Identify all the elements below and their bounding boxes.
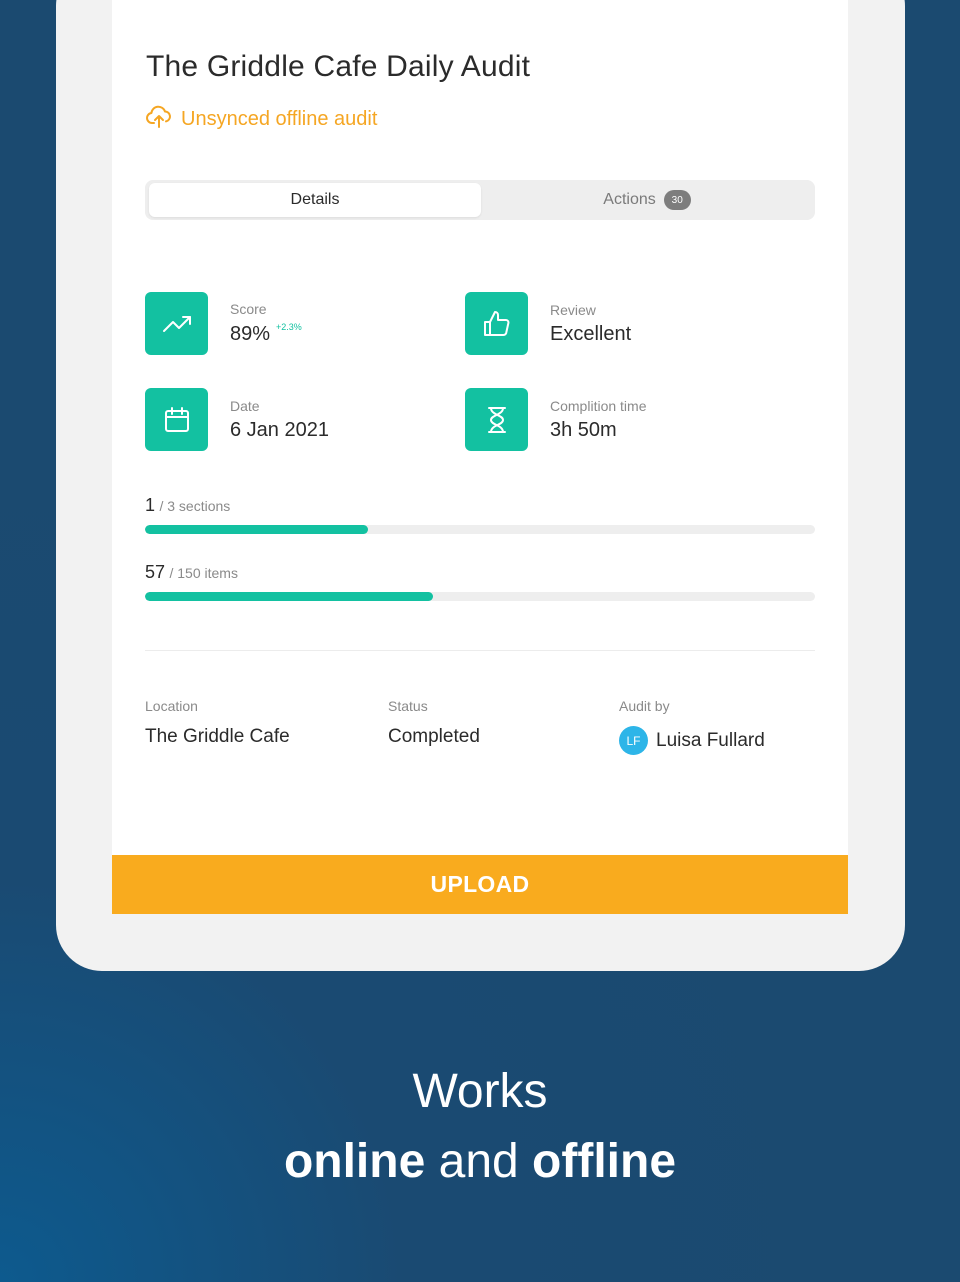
items-total: / 150 items	[169, 565, 238, 581]
tab-switcher: Details Actions 30	[145, 180, 815, 220]
items-progress-fill	[145, 592, 434, 601]
meta-location: Location The Griddle Cafe	[145, 698, 290, 748]
sync-status: Unsynced offline audit	[145, 104, 377, 135]
auditor-label: Audit by	[619, 698, 670, 714]
score-label: Score	[230, 301, 267, 317]
cloud-upload-icon	[145, 104, 173, 135]
meta-status: Status Completed	[388, 698, 480, 748]
date-value: 6 Jan 2021	[230, 418, 329, 441]
tagline-offline: offline	[532, 1135, 677, 1188]
thumbs-up-icon	[465, 292, 528, 355]
items-progress-bar	[145, 592, 815, 601]
stat-review: Review Excellent	[465, 292, 631, 355]
hourglass-icon	[465, 388, 528, 451]
trending-up-icon	[145, 292, 208, 355]
location-label: Location	[145, 698, 198, 714]
actions-count-badge: 30	[663, 190, 691, 210]
auditor-name: Luisa Fullard	[656, 729, 765, 751]
stat-score: Score 89% +2.3%	[145, 292, 302, 355]
score-delta: +2.3%	[276, 322, 302, 332]
audit-title: The Griddle Cafe Daily Audit	[146, 50, 531, 83]
date-label: Date	[230, 397, 260, 414]
upload-button[interactable]: UPLOAD	[112, 855, 848, 914]
tab-actions-label: Actions	[603, 191, 656, 208]
sections-total: / 3 sections	[159, 498, 231, 514]
sections-progress-fill	[145, 525, 369, 534]
sections-progress-bar	[145, 525, 815, 534]
tagline-line1: Works	[412, 1065, 548, 1118]
sections-done: 1	[145, 495, 156, 515]
tagline-and: and	[425, 1135, 533, 1188]
score-value: 89%	[230, 323, 271, 345]
sections-progress: 1 / 3 sections	[145, 495, 815, 534]
avatar: LF	[619, 726, 648, 755]
items-progress: 57 / 150 items	[145, 562, 815, 601]
tab-details[interactable]: Details	[149, 183, 481, 217]
tab-actions[interactable]: Actions 30	[481, 183, 813, 217]
review-value: Excellent	[550, 322, 632, 345]
location-value: The Griddle Cafe	[145, 726, 290, 747]
items-done: 57	[145, 562, 166, 582]
sync-status-text: Unsynced offline audit	[181, 108, 378, 130]
time-value: 3h 50m	[550, 418, 617, 441]
status-value: Completed	[388, 726, 480, 747]
stat-date: Date 6 Jan 2021	[145, 388, 329, 451]
meta-auditor: Audit by LF Luisa Fullard	[619, 698, 765, 755]
review-label: Review	[550, 301, 596, 318]
time-label: Complition time	[550, 397, 647, 414]
calendar-icon	[145, 388, 208, 451]
tagline-line2: online and offline	[0, 1134, 960, 1189]
status-label: Status	[388, 698, 428, 714]
audit-screen: The Griddle Cafe Daily Audit Unsynced of…	[112, 0, 848, 914]
tab-details-label: Details	[290, 191, 340, 208]
stat-completion-time: Complition time 3h 50m	[465, 388, 646, 451]
divider	[145, 650, 815, 651]
upload-button-label: UPLOAD	[430, 871, 530, 897]
tagline-online: online	[283, 1135, 426, 1188]
